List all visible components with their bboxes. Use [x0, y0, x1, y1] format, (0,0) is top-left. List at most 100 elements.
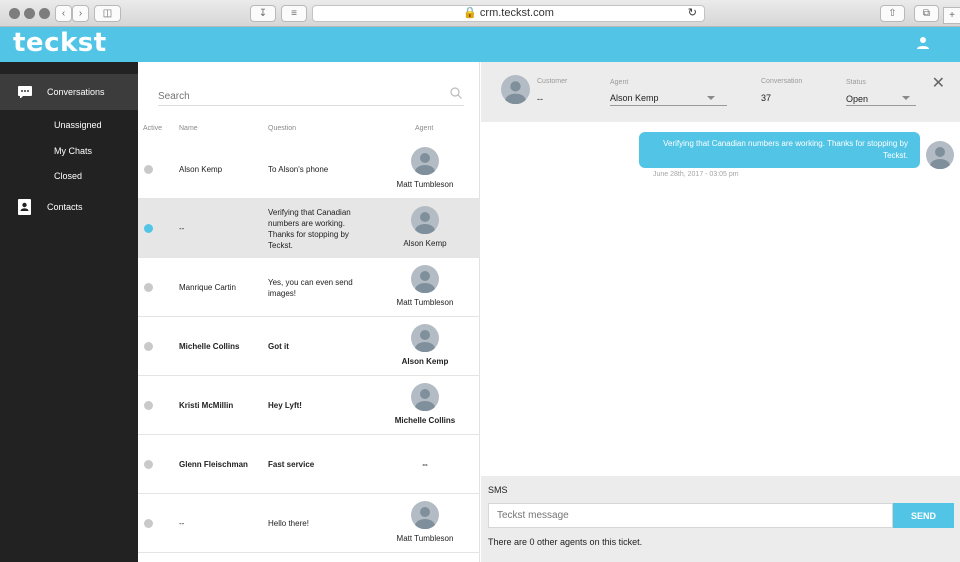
zoom-window-button[interactable] — [39, 8, 50, 19]
active-indicator — [144, 401, 153, 410]
sidebar-item-label: Contacts — [47, 202, 83, 212]
minimize-window-button[interactable] — [24, 8, 35, 19]
address-bar[interactable]: 🔒 crm.teckst.com ↻ — [312, 5, 705, 22]
agent-cell: Matt Tumbleson — [378, 494, 472, 553]
teckst-logo: teckst — [13, 28, 107, 58]
send-button[interactable]: SEND — [893, 503, 954, 528]
agent-avatar — [411, 383, 439, 412]
agent-avatar — [411, 324, 439, 353]
col-question: Question — [268, 125, 297, 132]
customer-avatar — [501, 75, 530, 104]
status-select[interactable]: Open — [846, 92, 916, 106]
tabs-icon[interactable]: ⧉ — [914, 5, 939, 22]
status-label: Status — [846, 79, 866, 86]
message-timestamp: June 28th, 2017 - 03:05 pm — [653, 171, 739, 178]
search-input[interactable] — [158, 87, 428, 106]
conversation-question: Got it — [268, 342, 289, 351]
sidebar-item-closed[interactable]: Closed — [54, 171, 82, 181]
conversation-name: -- — [179, 519, 185, 528]
user-icon[interactable] — [916, 36, 930, 50]
conversation-value: 37 — [761, 93, 772, 103]
agent-name: Matt Tumbleson — [396, 534, 454, 543]
agent-name: Alson Kemp — [401, 357, 449, 366]
browser-toolbar: ‹ › ◫ ↧ ≡ 🔒 crm.teckst.com ↻ ⇧ ⧉ + — [0, 0, 960, 27]
conversation-name: Michelle Collins — [179, 342, 240, 351]
contacts-icon — [18, 199, 31, 215]
list-item[interactable]: Manrique Cartin Yes, you can even send im… — [138, 258, 480, 317]
download-icon[interactable]: ↧ — [250, 5, 276, 22]
agent-avatar — [411, 206, 439, 235]
sidebar-toggle-icon[interactable]: ◫ — [94, 5, 121, 22]
conversation-list: Active Name Question Agent Alson Kemp To … — [138, 62, 480, 562]
share-icon[interactable]: ⇧ — [880, 5, 905, 22]
sidebar-item-unassigned[interactable]: Unassigned — [54, 120, 102, 130]
col-name: Name — [179, 125, 198, 132]
list-item[interactable]: Glenn Fleischman Fast service -- — [138, 435, 480, 494]
conversation-name: Kristi McMillin — [179, 401, 234, 410]
conversation-question: Yes, you can even send images! — [268, 277, 353, 298]
message-input[interactable] — [488, 503, 893, 528]
list-item[interactable]: Alson Kemp To Alson's phone Matt Tumbleson — [138, 140, 480, 199]
conversation-question: Fast service — [268, 460, 315, 469]
sms-label: SMS — [488, 485, 508, 495]
agent-name: Alson Kemp — [403, 239, 447, 248]
list-item[interactable]: Kristi McMillin Hey Lyft! Michelle Collins — [138, 376, 480, 435]
message-bubble: Verifying that Canadian numbers are work… — [639, 132, 920, 168]
close-icon[interactable]: ✕ — [932, 76, 945, 92]
conversation-question: Hey Lyft! — [268, 401, 302, 410]
close-window-button[interactable] — [9, 8, 20, 19]
agent-cell: Alson Kemp — [378, 317, 472, 376]
agent-cell: -- — [378, 435, 472, 494]
url-text: crm.teckst.com — [479, 7, 554, 19]
search-box — [158, 86, 464, 106]
customer-value: -- — [537, 94, 543, 104]
lock-icon: 🔒 — [463, 7, 477, 19]
active-indicator — [144, 224, 153, 233]
customer-label: Customer — [537, 78, 568, 85]
sidebar: Conversations Unassigned My Chats Closed… — [0, 62, 138, 562]
chat-icon — [18, 86, 32, 98]
agent-cell: Michelle Collins — [378, 376, 472, 435]
active-indicator — [144, 460, 153, 469]
sidebar-item-my-chats[interactable]: My Chats — [54, 146, 92, 156]
active-indicator — [144, 342, 153, 351]
agent-value: Alson Kemp — [610, 93, 659, 103]
agents-note: There are 0 other agents on this ticket. — [488, 537, 643, 547]
conversation-detail: Customer -- Agent Alson Kemp Conversatio… — [481, 62, 960, 562]
agent-cell: Matt Tumbleson — [378, 258, 472, 317]
agent-name: Matt Tumbleson — [396, 180, 454, 189]
col-agent: Agent — [415, 125, 434, 132]
list-item[interactable]: Michelle Collins Got it Alson Kemp — [138, 317, 480, 376]
conversation-question: To Alson's phone — [268, 165, 329, 174]
active-indicator — [144, 283, 153, 292]
sidebar-item-contacts[interactable]: Contacts — [0, 189, 138, 225]
agent-cell: Alson Kemp — [378, 199, 472, 258]
detail-header: Customer -- Agent Alson Kemp Conversatio… — [481, 62, 960, 122]
chevron-down-icon — [707, 96, 715, 100]
conversation-name: -- — [179, 224, 185, 233]
layers-icon[interactable]: ≡ — [281, 5, 307, 22]
col-active: Active — [143, 125, 163, 132]
search-icon[interactable] — [450, 87, 462, 99]
list-item[interactable]: -- Verifying that Canadian numbers are wo… — [138, 199, 480, 258]
forward-icon[interactable]: › — [72, 5, 89, 22]
agent-name: Matt Tumbleson — [396, 298, 454, 307]
list-item[interactable]: -- Hello there! Matt Tumbleson — [138, 494, 480, 553]
sidebar-item-conversations[interactable]: Conversations — [0, 74, 138, 110]
agent-name: Michelle Collins — [394, 416, 456, 425]
sidebar-item-label: Conversations — [47, 87, 105, 97]
agent-select[interactable]: Alson Kemp — [610, 92, 727, 106]
conversation-question: Verifying that Canadian numbers are work… — [268, 207, 351, 250]
agent-name: -- — [422, 460, 428, 469]
conversation-name: Alson Kemp — [179, 165, 223, 174]
conversation-label: Conversation — [761, 78, 803, 85]
agent-avatar — [926, 141, 954, 169]
conversation-name: Glenn Fleischman — [179, 460, 248, 469]
compose-area: SMS SEND There are 0 other agents on thi… — [481, 476, 960, 562]
active-indicator — [144, 519, 153, 528]
back-icon[interactable]: ‹ — [55, 5, 72, 22]
reload-icon[interactable]: ↻ — [688, 6, 697, 21]
agent-cell: Matt Tumbleson — [378, 140, 472, 199]
new-tab-icon[interactable]: + — [943, 7, 960, 24]
agent-avatar — [411, 501, 439, 530]
